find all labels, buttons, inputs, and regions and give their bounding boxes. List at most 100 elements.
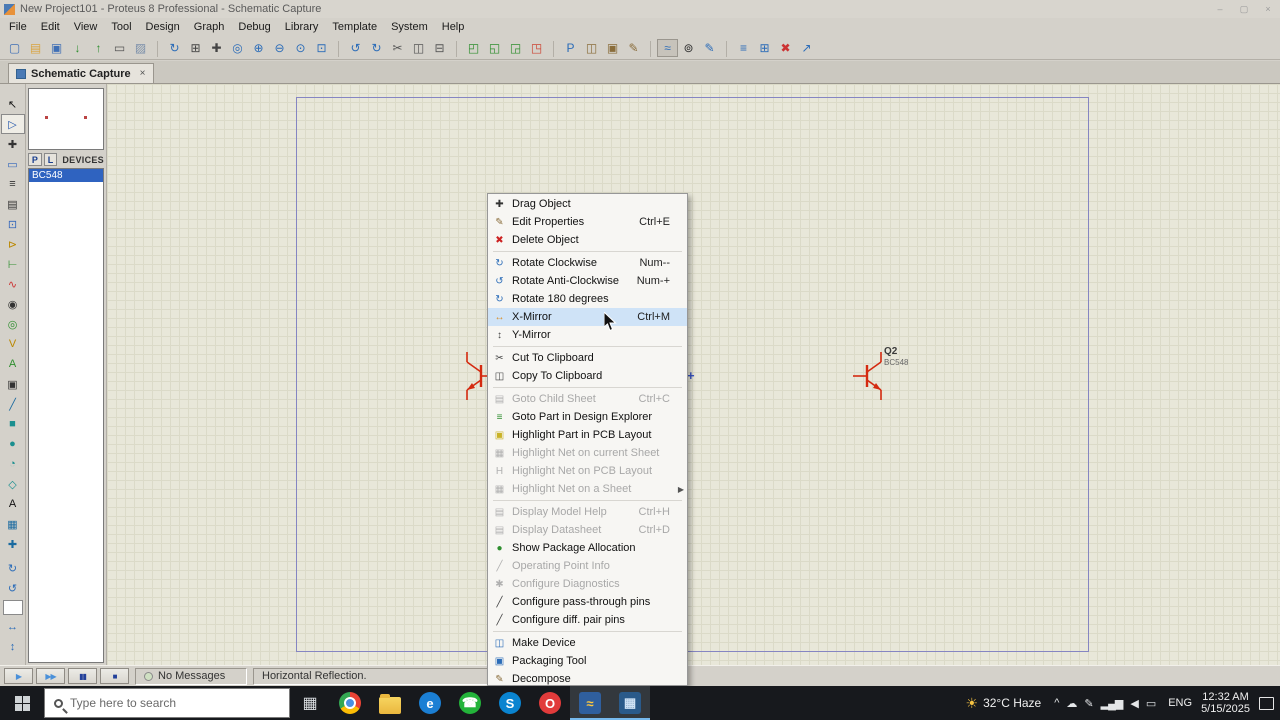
menu-item-highlight-net-pcb-layout[interactable]: H Highlight Net on PCB Layout (488, 462, 687, 480)
menu-item-show-package-allocation[interactable]: ● Show Package Allocation (488, 539, 687, 557)
design-explorer-icon[interactable]: ≡ (726, 39, 754, 57)
open-project-icon[interactable]: ▤ (25, 39, 46, 57)
menu-item-highlight-net-current-sheet[interactable]: ▦ Highlight Net on current Sheet (488, 444, 687, 462)
menu-edit[interactable]: Edit (34, 19, 67, 35)
menu-item-goto-part-in-design-explorer[interactable]: ≡ Goto Part in Design Explorer (488, 408, 687, 426)
file-explorer-icon[interactable] (370, 686, 410, 720)
copy-block-icon[interactable]: ◰ (456, 39, 484, 57)
make-device-icon[interactable]: ◫ (581, 39, 602, 57)
pick-parts-icon[interactable]: P (553, 39, 581, 57)
onedrive-icon[interactable]: ☁ (1066, 697, 1077, 710)
network-icon[interactable]: ▂▄▆ (1101, 697, 1124, 710)
import-section-icon[interactable]: ↓ (67, 39, 88, 57)
wire-autorouter-icon[interactable]: ≈ (650, 38, 678, 57)
stop-button[interactable]: ■ (100, 668, 129, 684)
toggle-grid-icon[interactable]: ⊞ (185, 39, 206, 57)
print-icon[interactable]: ▭ (109, 39, 130, 57)
remove-sheet-icon[interactable]: ✖ (775, 39, 796, 57)
graphics-symbol-mode-icon[interactable]: ▦ (1, 514, 25, 534)
graphics-circle-mode-icon[interactable]: ● (1, 434, 25, 454)
overview-window[interactable] (28, 88, 104, 150)
menu-view[interactable]: View (67, 19, 105, 35)
proteus-icon[interactable]: ≈ (570, 686, 610, 720)
paste-icon[interactable]: ⊟ (429, 39, 450, 57)
menu-item-rotate-anticlockwise[interactable]: ↺ Rotate Anti-Clockwise Num-+ (488, 272, 687, 290)
copy-icon[interactable]: ◫ (408, 39, 429, 57)
action-center-button[interactable] (1259, 696, 1274, 710)
battery-icon[interactable]: ▭ (1146, 697, 1156, 710)
menu-template[interactable]: Template (325, 19, 384, 35)
skype-icon[interactable]: S (490, 686, 530, 720)
graphics-text-mode-icon[interactable]: A (1, 494, 25, 514)
decompose-icon[interactable]: ✎ (623, 39, 644, 57)
volume-icon[interactable]: ◀ (1130, 697, 1139, 710)
menu-item-y-mirror[interactable]: ↕ Y-Mirror (488, 326, 687, 344)
delete-block-icon[interactable]: ◳ (526, 39, 547, 57)
menu-help[interactable]: Help (435, 19, 472, 35)
menu-item-highlight-part-in-pcb-layout[interactable]: ▣ Highlight Part in PCB Layout (488, 426, 687, 444)
menu-item-configure-pass-through-pins[interactable]: ╱ Configure pass-through pins (488, 593, 687, 611)
menu-item-drag-object[interactable]: ✚ Drag Object (488, 195, 687, 213)
terminal-mode-icon[interactable]: ⊳ (1, 234, 25, 254)
menu-file[interactable]: File (2, 19, 34, 35)
buses-mode-icon[interactable]: ▤ (1, 194, 25, 214)
search-tag-icon[interactable]: ⊚ (678, 39, 699, 57)
zoom-in-icon[interactable]: ⊕ (248, 39, 269, 57)
mark-output-area-icon[interactable]: ▨ (130, 39, 151, 57)
menu-item-goto-child-sheet[interactable]: ▤ Goto Child Sheet Ctrl+C (488, 390, 687, 408)
export-section-icon[interactable]: ↑ (88, 39, 109, 57)
redraw-icon[interactable]: ↻ (157, 39, 185, 57)
device-bc548[interactable]: BC548 (29, 169, 103, 182)
menu-item-edit-properties[interactable]: ✎ Edit Properties Ctrl+E (488, 213, 687, 231)
menu-item-operating-point-info[interactable]: ╱ Operating Point Info (488, 557, 687, 575)
menu-item-packaging-tool[interactable]: ▣ Packaging Tool (488, 652, 687, 670)
centre-at-cursor-icon[interactable]: ◎ (227, 39, 248, 57)
menu-item-rotate-clockwise[interactable]: ↻ Rotate Clockwise Num-- (488, 254, 687, 272)
subcircuit-mode-icon[interactable]: ⊡ (1, 214, 25, 234)
cut-icon[interactable]: ✂ (387, 39, 408, 57)
menu-item-display-datasheet[interactable]: ▤ Display Datasheet Ctrl+D (488, 521, 687, 539)
menu-item-configure-diagnostics[interactable]: ✱ Configure Diagnostics (488, 575, 687, 593)
whatsapp-icon[interactable]: ☎ (450, 686, 490, 720)
menu-item-highlight-net-a-sheet[interactable]: ▦ Highlight Net on a Sheet ▶ (488, 480, 687, 498)
weather-widget[interactable]: ☀ 32°C Haze (966, 695, 1042, 712)
menu-item-rotate-180[interactable]: ↻ Rotate 180 degrees (488, 290, 687, 308)
junction-dot-mode-icon[interactable]: ✚ (1, 134, 25, 154)
menu-item-decompose[interactable]: ✎ Decompose (488, 670, 687, 685)
rotate-anticlockwise-button[interactable]: ↺ (1, 578, 25, 598)
step-button[interactable]: ▶▶ (36, 668, 65, 684)
generator-mode-icon[interactable]: ◎ (1, 314, 25, 334)
menu-item-display-model-help[interactable]: ▤ Display Model Help Ctrl+H (488, 503, 687, 521)
device-pin-mode-icon[interactable]: ⊢ (1, 254, 25, 274)
menu-debug[interactable]: Debug (231, 19, 277, 35)
play-button[interactable]: ▶ (4, 668, 33, 684)
graphics-box-mode-icon[interactable]: ■ (1, 414, 25, 434)
zoom-out-icon[interactable]: ⊖ (269, 39, 290, 57)
property-assignment-icon[interactable]: ✎ (699, 39, 720, 57)
rotate-block-icon[interactable]: ◲ (505, 39, 526, 57)
start-button[interactable] (0, 686, 44, 720)
zoom-area-icon[interactable]: ⊡ (311, 39, 332, 57)
virtual-instruments-mode-icon[interactable]: ▣ (1, 374, 25, 394)
menu-design[interactable]: Design (139, 19, 187, 35)
tab-schematic-capture[interactable]: Schematic Capture × (8, 63, 154, 83)
move-block-icon[interactable]: ◱ (484, 39, 505, 57)
y-mirror-button[interactable]: ↕ (1, 637, 25, 657)
library-manager-button[interactable]: L (43, 153, 58, 166)
edge-icon[interactable]: e (410, 686, 450, 720)
pick-devices-button[interactable]: P (28, 153, 42, 166)
menu-item-copy-to-clipboard[interactable]: ◫ Copy To Clipboard (488, 367, 687, 385)
text-script-mode-icon[interactable]: ≡ (1, 174, 25, 194)
taskbar-search[interactable] (44, 688, 290, 718)
tab-close-icon[interactable]: × (136, 68, 146, 79)
chrome-icon[interactable] (330, 686, 370, 720)
markers-mode-icon[interactable]: ✚ (1, 534, 25, 554)
pen-icon[interactable]: ✎ (1084, 697, 1093, 710)
language-indicator[interactable]: ENG (1168, 697, 1192, 709)
save-project-icon[interactable]: ▣ (46, 39, 67, 57)
task-view-button[interactable]: ▦ (290, 686, 330, 720)
new-project-icon[interactable]: ▢ (4, 39, 25, 57)
redo-icon[interactable]: ↻ (366, 39, 387, 57)
maximize-button[interactable]: ▢ (1232, 1, 1256, 17)
rotation-angle-input[interactable] (2, 600, 23, 615)
